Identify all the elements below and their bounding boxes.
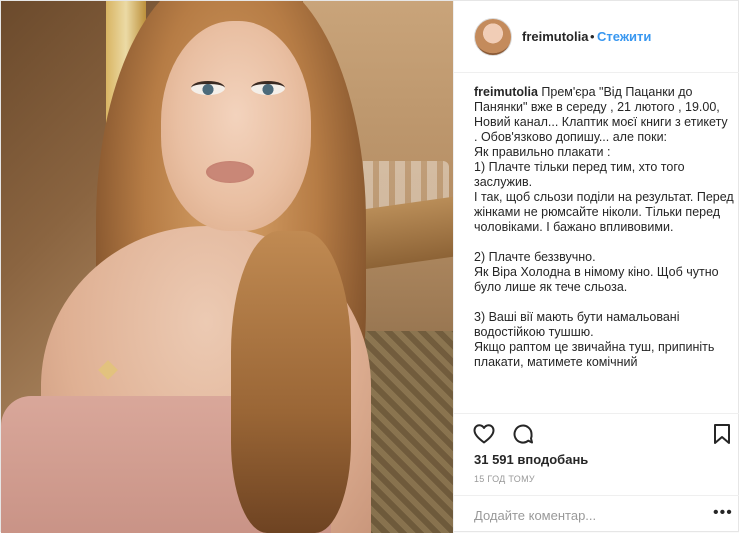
heart-icon[interactable] bbox=[472, 422, 496, 446]
comment-section: ••• bbox=[454, 495, 739, 533]
caption-username-link[interactable]: freimutolia bbox=[474, 85, 538, 99]
username-link[interactable]: freimutolia bbox=[522, 29, 588, 44]
caption: freimutolia Прем'єра "Від Пацанки до Пан… bbox=[474, 85, 734, 413]
post-header: freimutolia • Стежити bbox=[454, 1, 739, 73]
photo-face bbox=[161, 21, 311, 231]
photo-eye-left bbox=[191, 81, 225, 95]
more-options-icon[interactable]: ••• bbox=[713, 505, 733, 521]
photo-eye-right bbox=[251, 81, 285, 95]
likes-count[interactable]: 31 591 вподобань bbox=[474, 452, 588, 467]
comment-input[interactable] bbox=[474, 505, 704, 525]
action-bar bbox=[454, 413, 739, 453]
caption-paragraph: freimutolia Прем'єра "Від Пацанки до Пан… bbox=[474, 85, 734, 370]
avatar[interactable] bbox=[474, 18, 512, 56]
instagram-post: freimutolia • Стежити freimutolia Прем'є… bbox=[0, 0, 739, 533]
comment-icon[interactable] bbox=[511, 422, 535, 446]
post-photo[interactable] bbox=[1, 1, 453, 533]
post-sidebar: freimutolia • Стежити freimutolia Прем'є… bbox=[453, 1, 739, 533]
follow-button[interactable]: Стежити bbox=[597, 29, 651, 44]
post-timestamp[interactable]: 15 ГОД ТОМУ bbox=[474, 474, 535, 484]
bookmark-icon[interactable] bbox=[710, 422, 734, 446]
photo-hair-front bbox=[231, 231, 351, 533]
separator-dot: • bbox=[590, 29, 595, 44]
photo-lips bbox=[206, 161, 254, 183]
caption-text: Прем'єра "Від Пацанки до Панянки" вже в … bbox=[474, 85, 734, 369]
